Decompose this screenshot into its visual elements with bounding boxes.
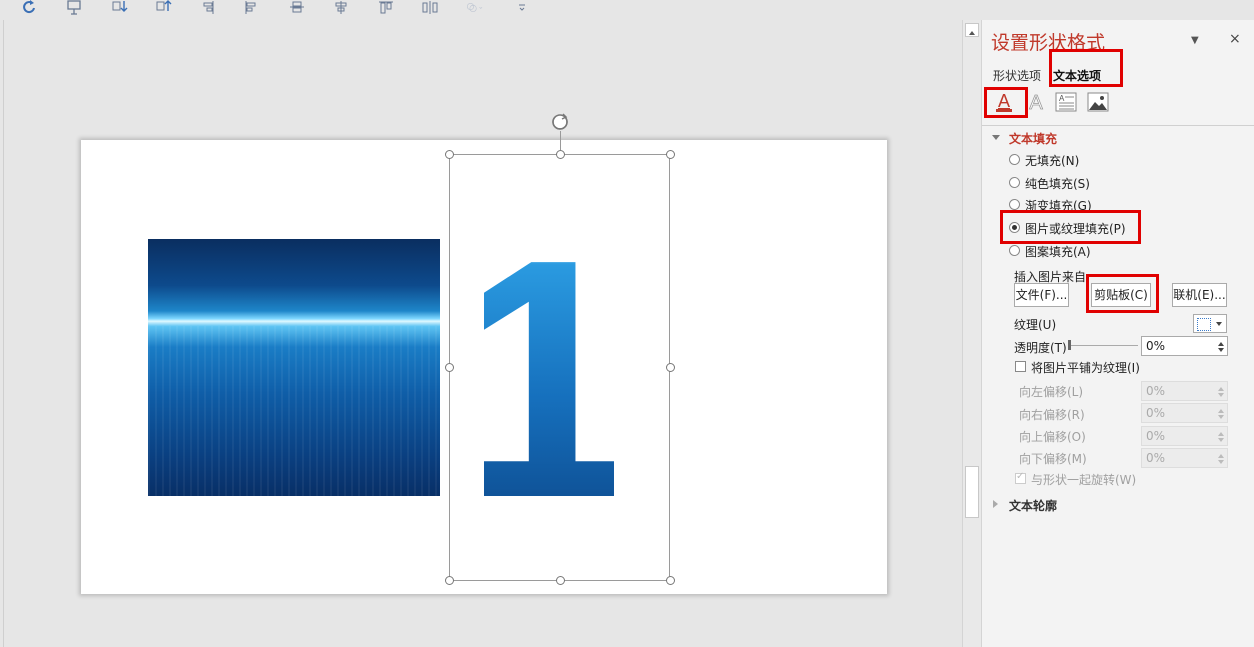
offset-left-label: 向左偏移(L) <box>1019 385 1084 399</box>
bring-forward-icon[interactable] <box>111 0 129 15</box>
transparency-input[interactable]: 0% <box>1141 336 1228 356</box>
resize-handle-b[interactable] <box>556 576 565 585</box>
section-text-outline[interactable]: 文本轮廓 <box>993 497 1057 514</box>
radio-solid-fill[interactable]: 纯色填充(S) <box>1009 175 1090 192</box>
resize-handle-l[interactable] <box>445 363 454 372</box>
slideshow-icon[interactable] <box>66 0 84 15</box>
pane-options-icon[interactable]: ▼ <box>1191 35 1199 46</box>
resize-handle-bl[interactable] <box>445 576 454 585</box>
align-top-icon[interactable] <box>377 0 395 15</box>
text-box-icon[interactable]: A <box>1055 91 1077 113</box>
offset-bottom-label: 向下偏移(M) <box>1019 452 1087 466</box>
ocean-photo[interactable] <box>148 239 440 496</box>
resize-handle-br[interactable] <box>666 576 675 585</box>
align-right-icon[interactable] <box>199 0 217 15</box>
rotate-handle-icon[interactable] <box>549 111 571 133</box>
radio-no-fill[interactable]: 无填充(N) <box>1009 152 1079 169</box>
texture-dropdown[interactable] <box>1193 314 1227 333</box>
close-icon[interactable]: × <box>1229 31 1241 47</box>
customize-toolbar-icon[interactable] <box>513 0 525 15</box>
redo-icon[interactable] <box>20 0 38 15</box>
highlight-clipboard <box>1086 274 1159 313</box>
resize-handle-tr[interactable] <box>666 150 675 159</box>
transparency-label: 透明度(T) <box>1014 341 1067 355</box>
offset-right-label: 向右偏移(R) <box>1019 408 1085 422</box>
scroll-up-button[interactable] <box>965 23 979 37</box>
online-button[interactable]: 联机(E)... <box>1172 283 1227 307</box>
rotate-with-shape-checkbox[interactable] <box>1015 471 1026 484</box>
rotate-with-shape-label: 与形状一起旋转(W) <box>1031 473 1137 487</box>
format-shape-pane: 设置形状格式 ▼ × 形状选项 文本选项 A A A 文本填充 无填充(N) 纯… <box>981 20 1254 647</box>
highlight-text-options <box>1049 49 1123 87</box>
section-text-fill[interactable]: 文本填充 <box>992 130 1057 147</box>
align-left-icon[interactable] <box>243 0 261 15</box>
offset-top-input[interactable]: 0% <box>1141 426 1228 446</box>
picture-icon[interactable] <box>1087 91 1109 113</box>
align-middle-icon[interactable] <box>288 0 306 15</box>
offset-bottom-input[interactable]: 0% <box>1141 448 1228 468</box>
align-center-icon[interactable] <box>332 0 350 15</box>
radio-pattern-fill[interactable]: 图案填充(A) <box>1009 243 1091 260</box>
scroll-thumb[interactable] <box>965 466 979 518</box>
selection-frame <box>449 154 670 581</box>
file-button[interactable]: 文件(F)... <box>1014 283 1069 307</box>
tab-shape-options[interactable]: 形状选项 <box>993 67 1041 84</box>
quick-access-toolbar <box>0 0 962 20</box>
shape-union-icon[interactable] <box>466 0 494 15</box>
resize-handle-r[interactable] <box>666 363 675 372</box>
highlight-fill-icon <box>984 87 1028 118</box>
tile-checkbox[interactable] <box>1015 361 1026 372</box>
text-effects-icon[interactable]: A <box>1025 91 1047 113</box>
offset-left-input[interactable]: 0% <box>1141 381 1228 401</box>
tile-label: 将图片平铺为纹理(I) <box>1031 361 1140 375</box>
distribute-icon[interactable] <box>421 0 439 15</box>
transparency-slider-knob[interactable] <box>1068 340 1071 350</box>
resize-handle-t[interactable] <box>556 150 565 159</box>
svg-text:A: A <box>1029 92 1043 113</box>
texture-label: 纹理(U) <box>1014 318 1057 332</box>
pane-separator <box>982 125 1254 126</box>
resize-handle-tl[interactable] <box>445 150 454 159</box>
editor-border <box>3 20 4 647</box>
pane-scrollbar[interactable] <box>962 20 982 647</box>
svg-text:A: A <box>1059 94 1065 103</box>
transparency-slider-track[interactable] <box>1068 345 1138 346</box>
rotation-line <box>560 131 561 150</box>
send-backward-icon[interactable] <box>155 0 173 15</box>
offset-top-label: 向上偏移(O) <box>1019 430 1086 444</box>
offset-right-input[interactable]: 0% <box>1141 403 1228 423</box>
highlight-picture-fill <box>1000 210 1141 244</box>
